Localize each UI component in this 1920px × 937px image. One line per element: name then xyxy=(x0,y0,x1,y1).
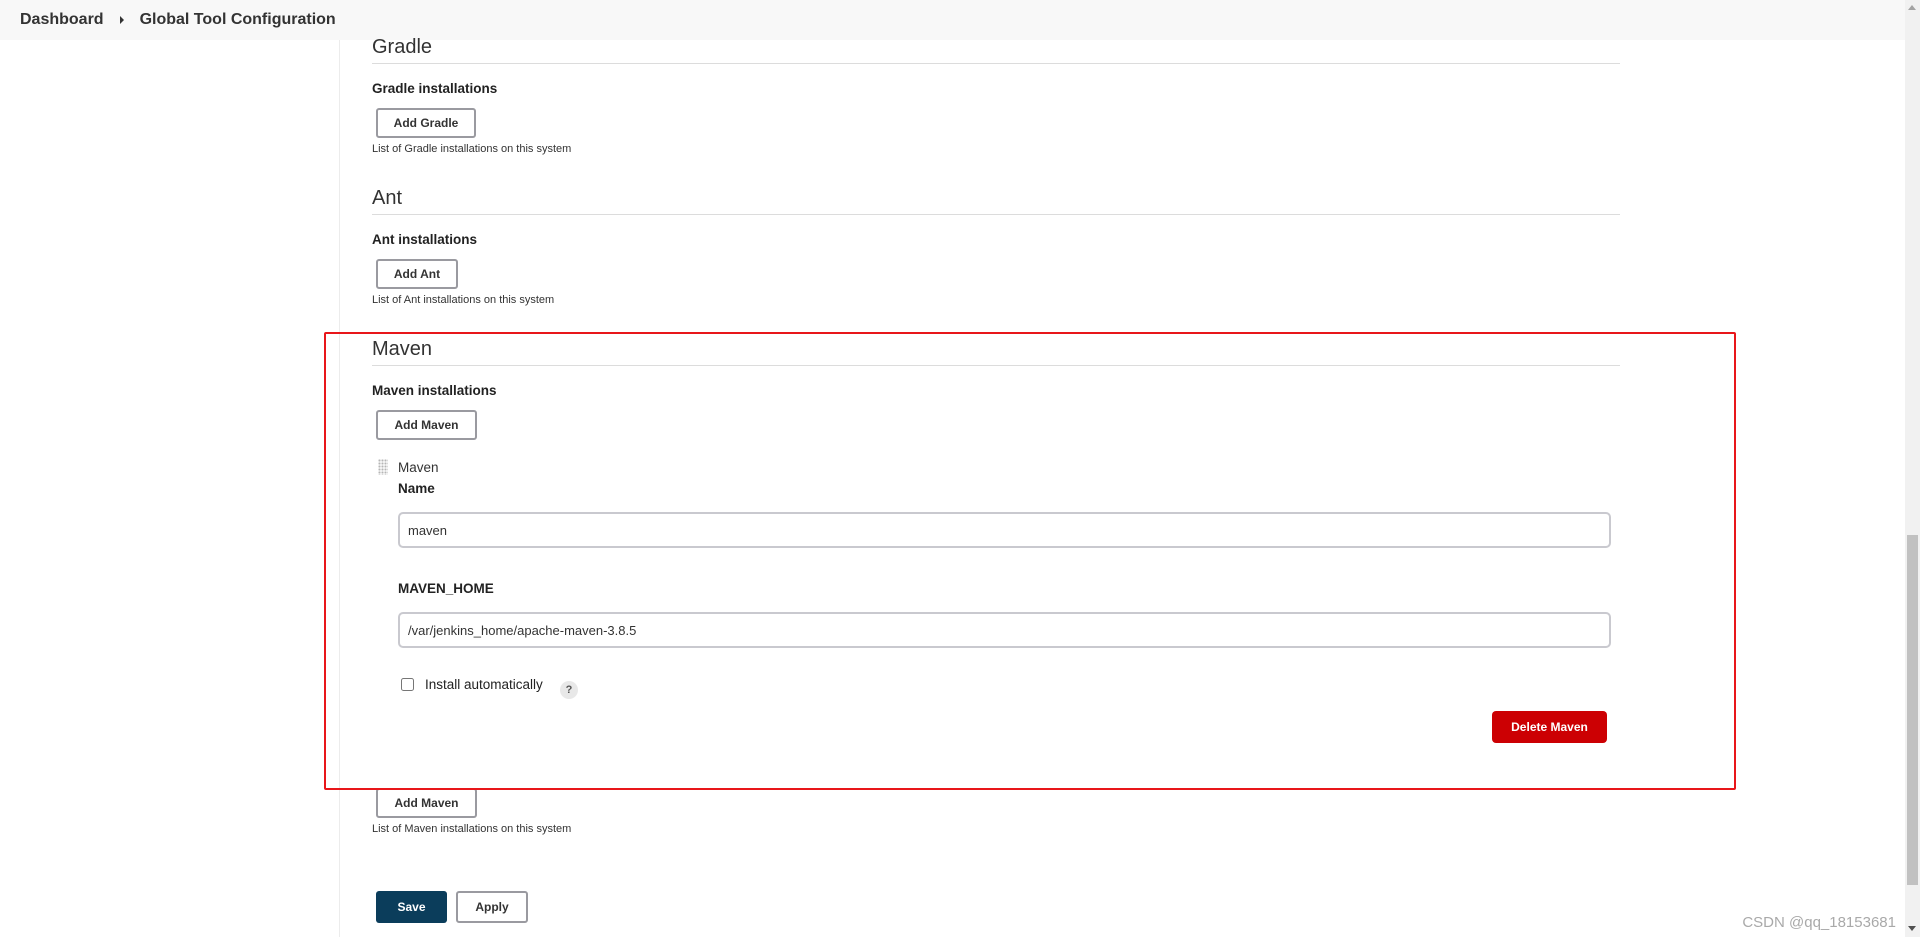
watermark: CSDN @qq_18153681 xyxy=(1742,914,1896,931)
ant-title: Ant xyxy=(372,187,1620,215)
delete-maven-button[interactable]: Delete Maven xyxy=(1492,711,1607,743)
vertical-scrollbar[interactable] xyxy=(1905,0,1920,937)
scrollbar-thumb[interactable] xyxy=(1907,535,1918,885)
save-button[interactable]: Save xyxy=(376,891,447,923)
maven-name-input[interactable] xyxy=(398,512,1611,548)
ant-section: Ant Ant installations xyxy=(372,187,1620,247)
maven-name-label: Name xyxy=(398,481,435,496)
gradle-help-text: List of Gradle installations on this sys… xyxy=(372,143,572,155)
add-ant-button[interactable]: Add Ant xyxy=(376,259,458,289)
maven-installations-label: Maven installations xyxy=(372,383,497,398)
add-gradle-button[interactable]: Add Gradle xyxy=(376,108,476,138)
gradle-section: Gradle Gradle installations xyxy=(372,36,1620,96)
ant-installations-label: Ant installations xyxy=(372,232,478,247)
maven-installation-header: Maven xyxy=(398,460,439,475)
scroll-down-icon[interactable] xyxy=(1908,926,1916,931)
add-maven-button-bottom[interactable]: Add Maven xyxy=(376,788,477,818)
gradle-installations-label: Gradle installations xyxy=(372,81,498,96)
scroll-up-icon[interactable] xyxy=(1908,5,1916,10)
ant-help-text: List of Ant installations on this system xyxy=(372,294,555,306)
breadcrumb-bar: Dashboard Global Tool Configuration xyxy=(0,0,1905,40)
caret-right-icon xyxy=(119,16,124,24)
help-icon[interactable]: ? xyxy=(560,681,578,699)
maven-section: Maven Maven installations xyxy=(372,338,1620,398)
sidebar-divider xyxy=(339,40,340,937)
breadcrumb-global-tool-configuration[interactable]: Global Tool Configuration xyxy=(140,11,336,29)
add-maven-button-top[interactable]: Add Maven xyxy=(376,410,477,440)
gradle-title: Gradle xyxy=(372,36,1620,64)
maven-home-input[interactable] xyxy=(398,612,1611,648)
apply-button[interactable]: Apply xyxy=(456,891,528,923)
install-automatically-label[interactable]: Install automatically xyxy=(425,677,543,692)
install-automatically-checkbox[interactable] xyxy=(401,678,414,691)
maven-title: Maven xyxy=(372,338,1620,366)
breadcrumb-dashboard[interactable]: Dashboard xyxy=(20,11,104,29)
drag-handle-icon[interactable] xyxy=(378,459,388,475)
maven-help-text: List of Maven installations on this syst… xyxy=(372,823,572,835)
maven-home-label: MAVEN_HOME xyxy=(398,581,494,596)
